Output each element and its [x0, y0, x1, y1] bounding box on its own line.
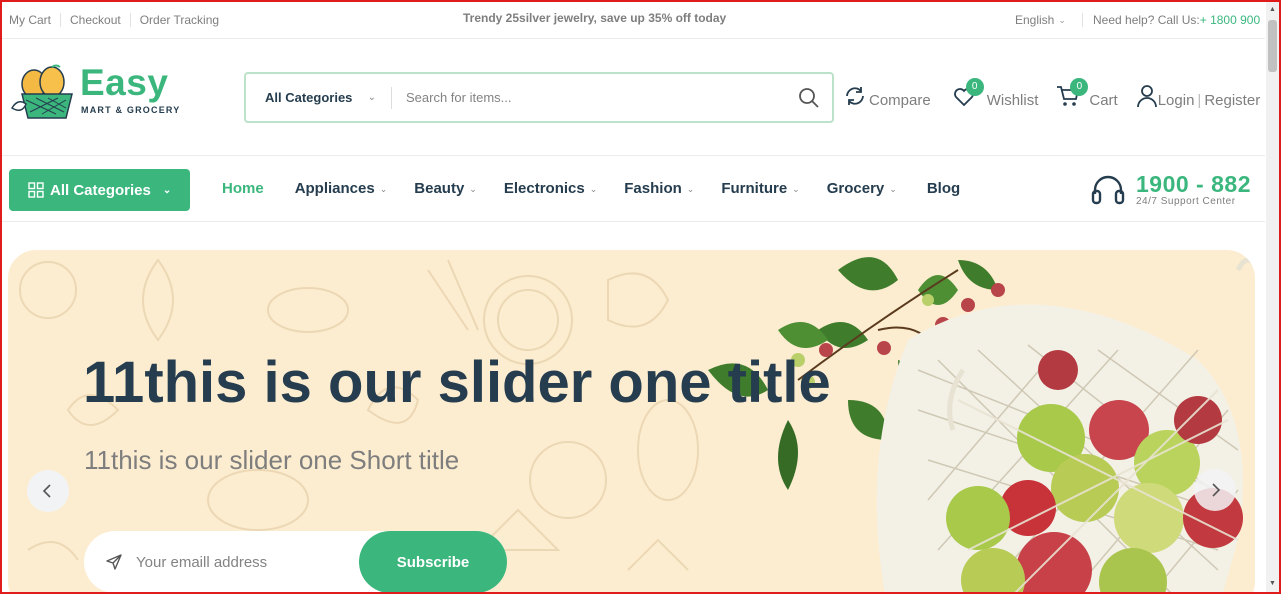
send-icon — [84, 553, 136, 571]
search-icon[interactable] — [786, 75, 832, 121]
top-links: My Cart Checkout Order Tracking — [9, 13, 228, 27]
wishlist-count-badge: 0 — [965, 78, 984, 96]
search-input[interactable] — [392, 90, 786, 105]
nav-label: Blog — [926, 180, 961, 197]
heart-icon: 0 — [952, 78, 984, 110]
main-nav: All Categories ⌄ Home Appliances ⌄ Beauty… — [2, 155, 1265, 222]
nav-label: Appliances — [294, 180, 375, 197]
compare-icon — [843, 84, 867, 110]
login-link[interactable]: Login — [1158, 92, 1195, 110]
search-category-select[interactable]: All Categories ⌄ — [246, 86, 392, 109]
chevron-down-icon: ⌄ — [686, 184, 695, 194]
help-phone[interactable]: + 1800 900 — [1200, 13, 1260, 27]
slider-prev-button[interactable] — [27, 470, 69, 512]
apple-bag-photo — [708, 257, 1255, 594]
top-bar: My Cart Checkout Order Tracking Trendy 2… — [2, 2, 1265, 39]
all-categories-label: All Categories — [50, 181, 151, 199]
language-label: English — [1015, 13, 1055, 27]
account-divider: | — [1197, 92, 1202, 109]
wishlist-button[interactable]: 0 Wishlist — [952, 78, 1039, 110]
chevron-down-icon: ⌄ — [162, 184, 172, 196]
nav-label: Grocery — [826, 180, 885, 197]
search-bar: All Categories ⌄ — [244, 72, 834, 123]
scroll-up-icon[interactable]: ▲ — [1268, 5, 1277, 15]
order-tracking-link[interactable]: Order Tracking — [129, 13, 228, 27]
hero-subtitle: 11this is our slider one Short title — [84, 445, 460, 475]
cart-label: Cart — [1089, 92, 1118, 109]
chevron-down-icon: ⌄ — [379, 184, 388, 194]
nav-item-appliances[interactable]: Appliances ⌄ — [295, 180, 388, 198]
compare-label: Compare — [869, 92, 931, 109]
slider-next-button[interactable] — [1194, 469, 1236, 511]
support-contact: 1900 - 882 24/7 Support Center — [1090, 172, 1251, 207]
compare-button[interactable]: Compare — [843, 84, 931, 110]
support-caption: 24/7 Support Center — [1136, 196, 1236, 207]
headset-icon — [1091, 175, 1125, 204]
nav-item-electronics[interactable]: Electronics ⌄ — [504, 180, 597, 198]
nav-item-blog[interactable]: Blog — [927, 180, 960, 198]
hero-slider: 11this is our slider one title 11this is… — [8, 250, 1255, 594]
basket-logo-icon — [10, 64, 73, 119]
nav-item-home[interactable]: Home — [222, 180, 264, 198]
checkout-link[interactable]: Checkout — [60, 13, 130, 27]
scrollbar-thumb[interactable] — [1268, 20, 1277, 72]
chevron-left-icon — [42, 484, 51, 498]
nav-label: Home — [222, 180, 264, 197]
register-link[interactable]: Register — [1204, 92, 1260, 110]
nav-item-beauty[interactable]: Beauty ⌄ — [414, 180, 477, 198]
newsletter-form: Subscribe — [84, 531, 507, 593]
support-number[interactable]: 1900 - 882 — [1136, 172, 1251, 196]
nav-label: Electronics — [503, 180, 585, 197]
nav-item-grocery[interactable]: Grocery ⌄ — [827, 180, 897, 198]
logo-tagline: MART & GROCERY — [81, 105, 181, 115]
chevron-down-icon: ⌄ — [889, 184, 897, 194]
cart-button[interactable]: 0 Cart — [1056, 78, 1118, 110]
chevron-down-icon: ⌄ — [792, 184, 800, 194]
help-contact: Need help? Call Us:+ 1800 900 — [1082, 13, 1260, 27]
cart-icon: 0 — [1056, 78, 1089, 110]
chevron-down-icon: ⌄ — [469, 184, 477, 194]
nav-item-furniture[interactable]: Furniture ⌄ — [721, 180, 799, 198]
grid-icon — [28, 182, 44, 198]
chevron-down-icon: ⌄ — [1058, 14, 1066, 25]
my-cart-link[interactable]: My Cart — [9, 13, 60, 27]
nav-menu: Home Appliances ⌄ Beauty ⌄ Electronics ⌄ Fa… — [222, 180, 960, 198]
nav-label: Fashion — [624, 180, 682, 197]
logo-wordmark: Easy — [80, 62, 169, 103]
all-categories-button[interactable]: All Categories ⌄ — [9, 169, 190, 211]
account-links: Login | Register — [1136, 84, 1260, 110]
chevron-right-icon — [1212, 483, 1221, 497]
help-text: Need help? Call Us: — [1093, 13, 1200, 27]
site-logo[interactable]: Easy MART & GROCERY — [8, 62, 198, 124]
language-selector[interactable]: English ⌄ — [1015, 13, 1066, 27]
chevron-down-icon: ⌄ — [589, 184, 598, 194]
page-scrollbar[interactable]: ▲ ▼ — [1266, 2, 1279, 592]
cart-count-badge: 0 — [1070, 78, 1089, 96]
nav-item-fashion[interactable]: Fashion ⌄ — [624, 180, 694, 198]
header-actions: Compare 0 Wishlist 0 Cart Login | Regist… — [843, 78, 1260, 110]
nav-label: Furniture — [721, 180, 788, 197]
nav-label: Beauty — [414, 180, 465, 197]
user-icon — [1136, 84, 1158, 110]
hero-title: 11this is our slider one title — [83, 350, 831, 415]
scroll-down-icon[interactable]: ▼ — [1268, 579, 1277, 589]
wishlist-label: Wishlist — [986, 92, 1039, 109]
chevron-down-icon: ⌄ — [367, 92, 376, 103]
promo-text: Trendy 25silver jewelry, save up 35% off… — [463, 11, 727, 25]
search-category-label: All Categories — [265, 90, 353, 105]
subscribe-button[interactable]: Subscribe — [359, 531, 507, 593]
